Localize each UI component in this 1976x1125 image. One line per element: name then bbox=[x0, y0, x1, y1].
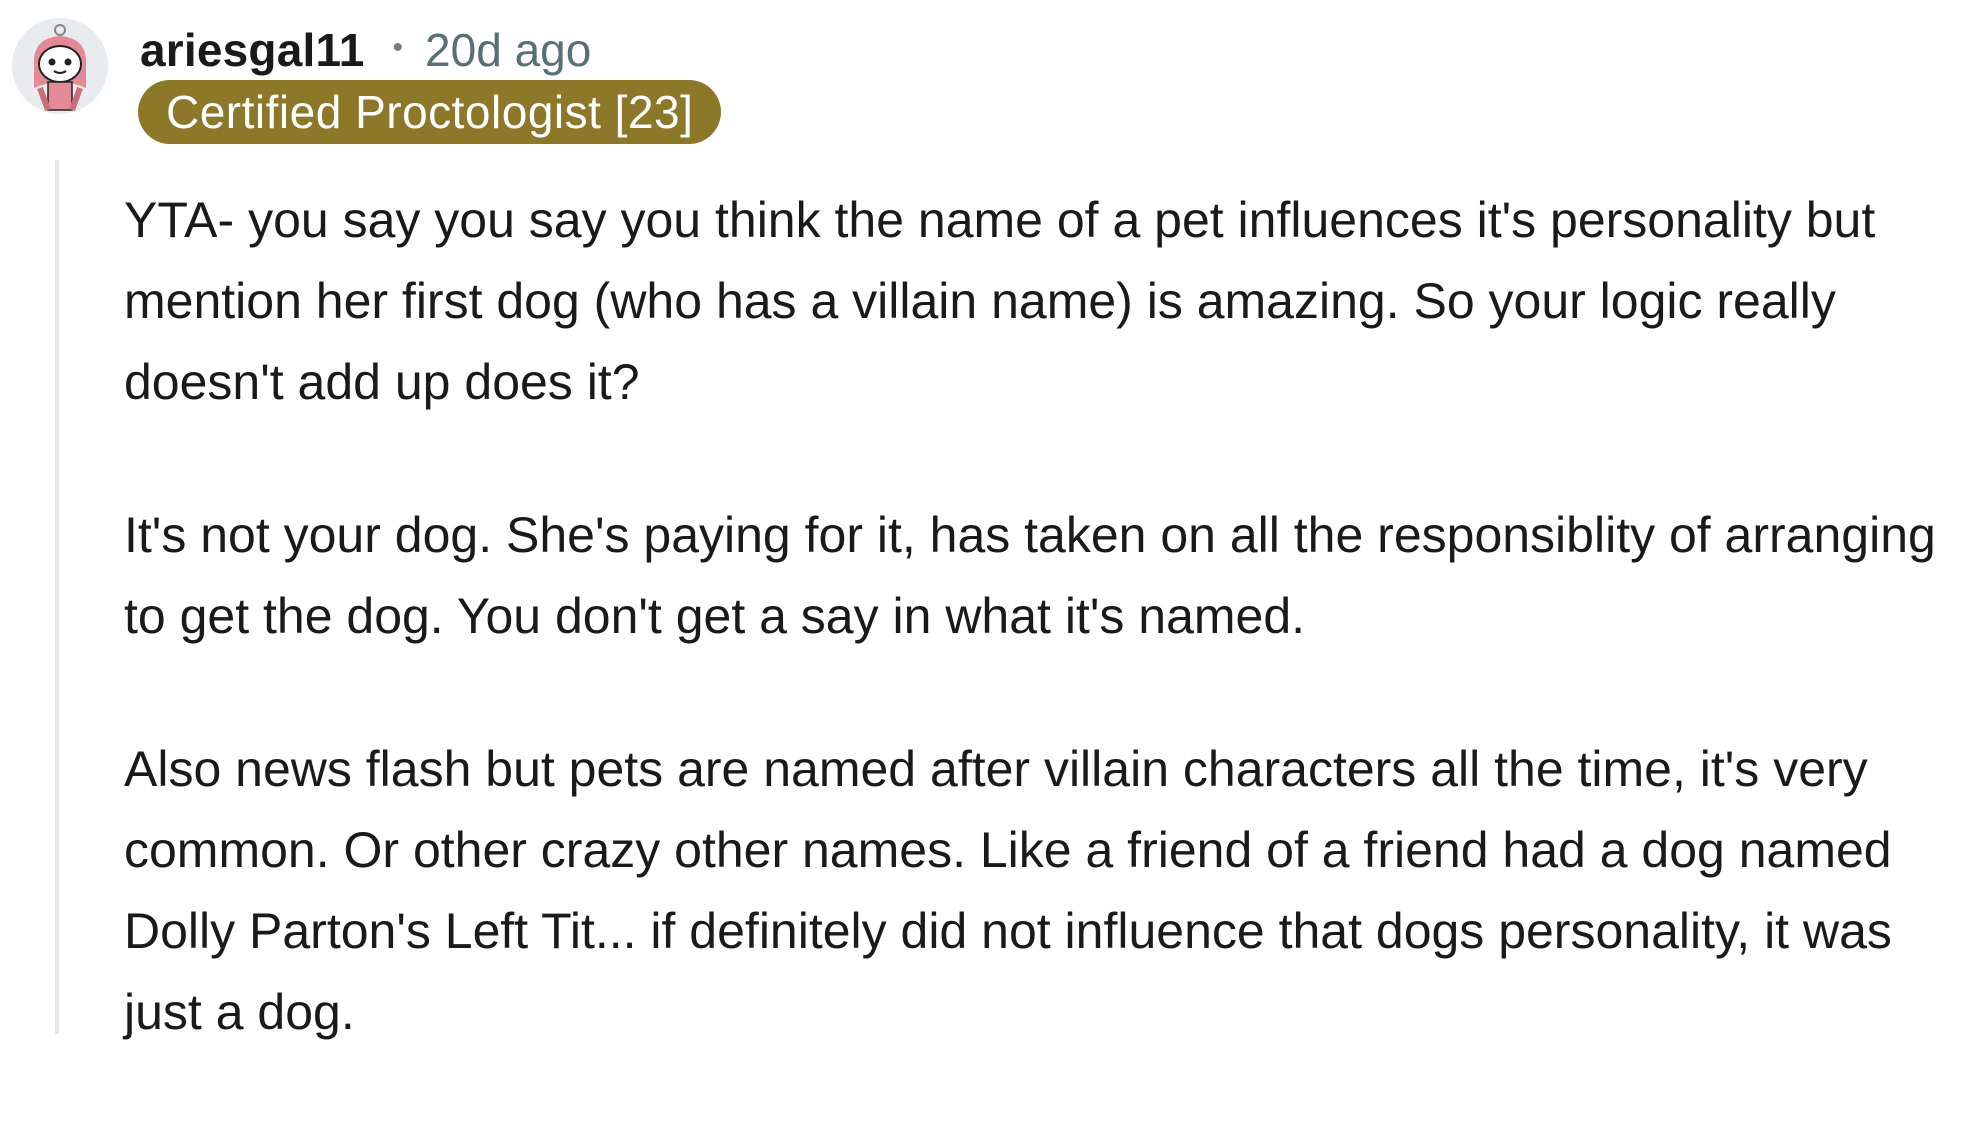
avatar-icon bbox=[12, 18, 108, 114]
avatar[interactable] bbox=[12, 18, 108, 114]
thread-line[interactable] bbox=[55, 160, 59, 1034]
comment-paragraph: It's not your dog. She's paying for it, … bbox=[124, 507, 1936, 644]
comment-paragraph: Also news flash but pets are named after… bbox=[124, 741, 1892, 1040]
comment-timestamp[interactable]: 20d ago bbox=[425, 23, 591, 77]
user-flair: Certified Proctologist [23] bbox=[138, 80, 722, 144]
meta-separator: • bbox=[392, 31, 404, 64]
comment-header: ariesgal11 • 20d ago bbox=[140, 20, 591, 80]
comment-paragraph: YTA- you say you say you think the name … bbox=[124, 192, 1876, 410]
comment-body: YTA- you say you say you think the name … bbox=[124, 180, 1964, 1125]
username-link[interactable]: ariesgal11 bbox=[140, 23, 365, 77]
